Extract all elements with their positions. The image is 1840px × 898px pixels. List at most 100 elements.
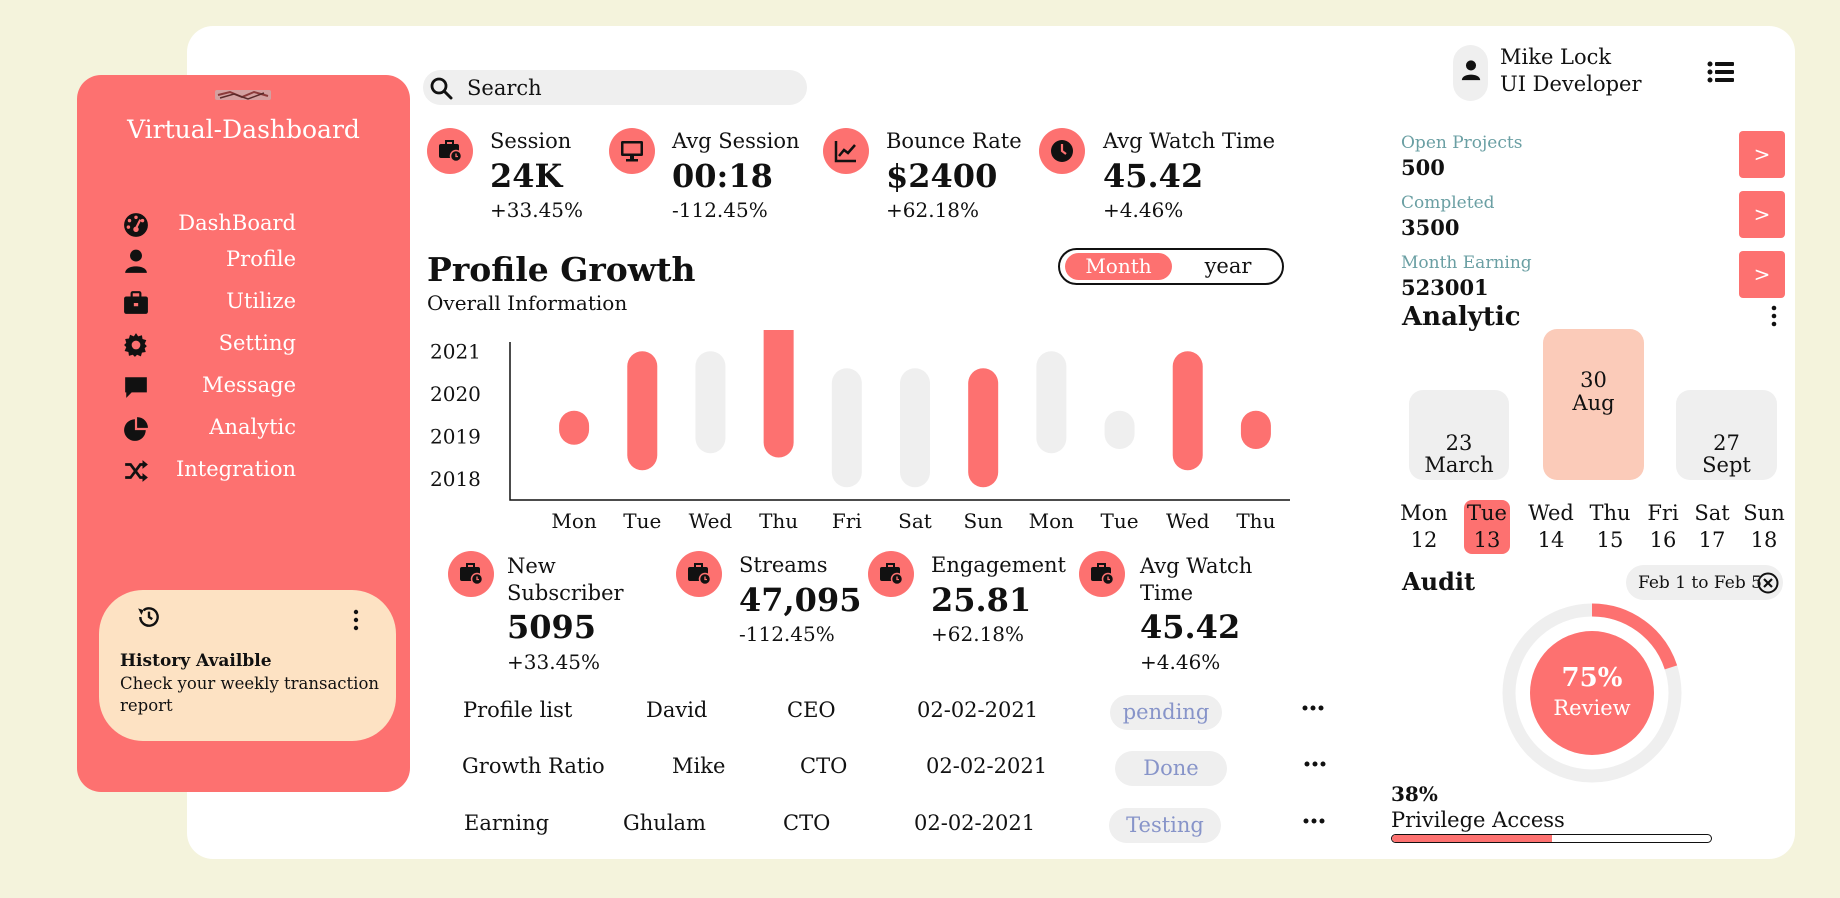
audit-range-filter[interactable]: Feb 1 to Feb 5	[1626, 565, 1783, 600]
profile-growth-chart: 2021 2020 2019 2018 Mon Tue Wed Thu Fri Sat Sun Mon…	[430, 330, 1290, 533]
x-tick-label: Sat	[898, 509, 932, 533]
chart-bar	[695, 351, 726, 454]
more-horizontal-icon[interactable]	[1302, 815, 1326, 827]
analytic-title: Analytic	[1402, 302, 1521, 332]
avatar[interactable]	[1453, 45, 1488, 101]
history-icon[interactable]	[136, 604, 162, 630]
privilege-label: Privilege Access	[1391, 808, 1565, 832]
watch-time-badge	[1039, 128, 1085, 174]
review-percent: 75%	[1561, 663, 1623, 693]
logo-icon	[215, 90, 271, 100]
monitor-icon	[621, 141, 643, 162]
status-badge[interactable]: pending	[1110, 695, 1222, 730]
briefcase-clock-icon	[460, 563, 483, 586]
list-menu-icon[interactable]	[1707, 59, 1735, 85]
briefcase-clock-icon	[1091, 563, 1114, 586]
x-tick-label: Thu	[759, 509, 798, 533]
sidebar-item-profile[interactable]: Profile	[77, 243, 410, 279]
date-card-active[interactable]: 30 Aug	[1543, 329, 1644, 480]
sidebar-item-analytic[interactable]: Analytic	[77, 411, 410, 447]
sidebar-item-dashboard[interactable]: DashBoard	[77, 207, 410, 243]
stat-change: +4.46%	[1140, 650, 1221, 674]
more-horizontal-icon[interactable]	[1303, 758, 1327, 770]
chart-bar	[900, 368, 930, 488]
summary-value: 523001	[1401, 275, 1489, 300]
sidebar-item-label: Analytic	[209, 415, 296, 439]
stat-value: 00:18	[672, 157, 773, 195]
period-toggle[interactable]: Month year	[1058, 248, 1284, 285]
search-icon	[430, 77, 453, 100]
sidebar-item-label: Message	[202, 373, 296, 397]
subscriber-badge	[448, 551, 494, 597]
user-icon	[125, 249, 147, 273]
status-badge[interactable]: Testing	[1109, 808, 1221, 843]
sidebar-item-setting[interactable]: Setting	[77, 327, 410, 363]
stat-label: Session	[490, 129, 572, 153]
sidebar-item-integration[interactable]: Integration	[77, 453, 410, 489]
summary-value: 3500	[1401, 215, 1460, 240]
month-earning-button[interactable]: >	[1739, 251, 1785, 298]
stat-value: 5095	[507, 608, 597, 646]
weekday[interactable]: Thu 15	[1585, 500, 1635, 554]
weekday[interactable]: Sat 17	[1687, 500, 1737, 554]
stat-label: Avg Session	[672, 129, 800, 153]
table-row[interactable]: Growth Ratio Mike CTO 02-02-2021 Done	[450, 748, 1350, 788]
row-date: 02-02-2021	[926, 754, 1048, 778]
weekday[interactable]: Wed 14	[1526, 500, 1576, 554]
weekday[interactable]: Mon 12	[1399, 500, 1449, 554]
chart-bar	[1172, 351, 1203, 471]
summary-value: 500	[1401, 155, 1445, 180]
audit-title: Audit	[1402, 567, 1476, 596]
avg-session-badge	[609, 128, 655, 174]
weekday-date: 15	[1596, 528, 1624, 552]
row-person: David	[646, 698, 708, 722]
weekday[interactable]: Sun 18	[1739, 500, 1789, 554]
date-card[interactable]: 27 Sept	[1676, 390, 1777, 480]
more-vertical-icon[interactable]	[348, 608, 364, 632]
more-horizontal-icon[interactable]	[1301, 702, 1325, 714]
open-projects-button[interactable]: >	[1739, 131, 1785, 178]
weekday-selected[interactable]: Tue 13	[1464, 500, 1510, 554]
search-input[interactable]	[465, 73, 799, 103]
date-card-month: Aug	[1572, 391, 1615, 415]
user-role: UI Developer	[1500, 72, 1642, 96]
clock-icon	[1051, 140, 1073, 162]
stat-label: Engagement	[931, 553, 1066, 577]
weekday[interactable]: Fri 16	[1638, 500, 1688, 554]
table-row[interactable]: Profile list David CEO 02-02-2021 pendin…	[450, 692, 1350, 732]
toggle-month[interactable]: Month	[1065, 253, 1172, 280]
shuffle-icon	[125, 460, 148, 482]
weekday-name: Sat	[1694, 501, 1730, 525]
toggle-year[interactable]: year	[1180, 253, 1276, 280]
status-badge[interactable]: Done	[1115, 751, 1227, 786]
close-circle-icon[interactable]	[1757, 572, 1779, 594]
x-tick-label: Mon	[1029, 509, 1075, 533]
sidebar-item-message[interactable]: Message	[77, 369, 410, 405]
sidebar-item-label: Setting	[218, 331, 296, 355]
y-tick-label: 2018	[430, 467, 481, 491]
stat-change: +33.45%	[490, 198, 584, 222]
profile-growth-subtitle: Overall Information	[427, 291, 628, 315]
weekday-date: 12	[1410, 528, 1438, 552]
y-tick-label: 2019	[430, 424, 481, 448]
stat-change: -112.45%	[739, 622, 835, 646]
search-bar[interactable]	[423, 70, 807, 105]
more-vertical-icon[interactable]	[1769, 304, 1779, 328]
table-row[interactable]: Earning Ghulam CTO 02-02-2021 Testing	[450, 805, 1350, 845]
stat-label: Avg Watch Time	[1140, 554, 1253, 605]
x-tick-label: Thu	[1236, 509, 1275, 533]
completed-button[interactable]: >	[1739, 191, 1785, 238]
briefcase-icon	[124, 291, 148, 314]
row-person: Mike	[672, 754, 726, 778]
chart-bar	[559, 410, 590, 445]
x-tick-label: Tue	[1101, 509, 1139, 533]
summary-label: Open Projects	[1401, 133, 1523, 153]
history-card[interactable]: History Availble Check your weekly trans…	[99, 590, 396, 741]
date-card[interactable]: 23 March	[1409, 390, 1509, 480]
sidebar-item-utilize[interactable]: Utilize	[77, 285, 410, 321]
weekday-name: Fri	[1647, 501, 1679, 525]
avg-watch-badge	[1079, 551, 1125, 597]
chart-bar	[1036, 351, 1067, 454]
stat-label: New Subscriber	[507, 554, 624, 605]
pie-chart-icon	[124, 417, 148, 441]
